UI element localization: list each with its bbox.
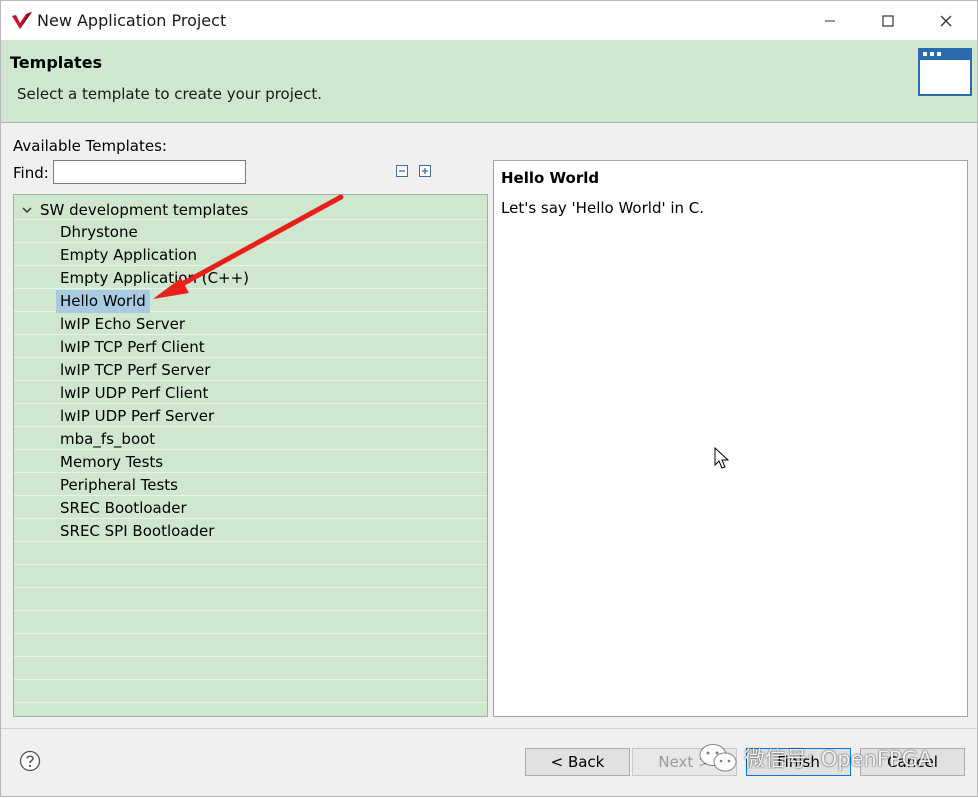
back-button[interactable]: < Back	[525, 748, 630, 776]
tree-item-lwip-udp-perf-client[interactable]: lwIP UDP Perf Client	[56, 382, 212, 405]
new-application-project-dialog: New Application Project Templates Select…	[0, 0, 978, 797]
mouse-cursor-icon	[714, 447, 730, 469]
minimize-icon	[825, 20, 835, 21]
close-button[interactable]	[917, 1, 975, 40]
template-description-panel: Hello World Let's say 'Hello World' in C…	[493, 160, 968, 717]
tree-group-label: SW development templates	[40, 200, 249, 219]
tree-item-lwip-udp-perf-server[interactable]: lwIP UDP Perf Server	[56, 405, 218, 428]
tree-item-hello-world[interactable]: Hello World	[56, 290, 150, 313]
chevron-down-icon[interactable]	[20, 203, 34, 217]
help-icon[interactable]	[19, 750, 41, 772]
application-window-icon	[918, 48, 972, 96]
banner-description: Select a template to create your project…	[17, 85, 323, 103]
tree-item-srec-spi-bootloader[interactable]: SREC SPI Bootloader	[56, 520, 218, 543]
expand-all-icon[interactable]	[418, 164, 432, 178]
tree-item-empty-application[interactable]: Empty Application	[56, 244, 201, 267]
find-label: Find:	[13, 164, 49, 182]
vivado-logo-icon	[12, 12, 32, 29]
close-icon	[940, 15, 952, 26]
tree-item-memory-tests[interactable]: Memory Tests	[56, 451, 167, 474]
finish-button[interactable]: Finish	[746, 748, 851, 776]
tree-item-lwip-echo-server[interactable]: lwIP Echo Server	[56, 313, 189, 336]
collapse-all-icon[interactable]	[395, 164, 409, 178]
tree-item-dhrystone[interactable]: Dhrystone	[56, 221, 142, 244]
maximize-icon	[882, 14, 894, 27]
templates-banner: Templates Select a template to create yo…	[1, 40, 977, 123]
find-input[interactable]	[53, 160, 246, 184]
cancel-button[interactable]: Cancel	[860, 748, 965, 776]
title-bar: New Application Project	[1, 1, 977, 40]
footer-separator	[1, 728, 977, 729]
description-text: Let's say 'Hello World' in C.	[501, 199, 705, 217]
window-title: New Application Project	[37, 11, 227, 30]
maximize-button[interactable]	[859, 1, 917, 40]
minimize-button[interactable]	[801, 1, 859, 40]
tree-item-lwip-tcp-perf-client[interactable]: lwIP TCP Perf Client	[56, 336, 209, 359]
tree-item-srec-bootloader[interactable]: SREC Bootloader	[56, 497, 191, 520]
tree-item-lwip-tcp-perf-server[interactable]: lwIP TCP Perf Server	[56, 359, 214, 382]
description-title: Hello World	[501, 169, 600, 187]
tree-item-mba-fs-boot[interactable]: mba_fs_boot	[56, 428, 159, 451]
available-templates-label: Available Templates:	[13, 137, 167, 155]
next-button[interactable]: Next >	[632, 748, 737, 776]
tree-group-sw-development-templates[interactable]: SW development templates	[20, 198, 248, 221]
tree-item-peripheral-tests[interactable]: Peripheral Tests	[56, 474, 182, 497]
tree-item-empty-application-cpp[interactable]: Empty Application (C++)	[56, 267, 253, 290]
template-tree[interactable]: SW development templates Dhrystone Empty…	[13, 194, 488, 717]
banner-title: Templates	[10, 53, 103, 72]
